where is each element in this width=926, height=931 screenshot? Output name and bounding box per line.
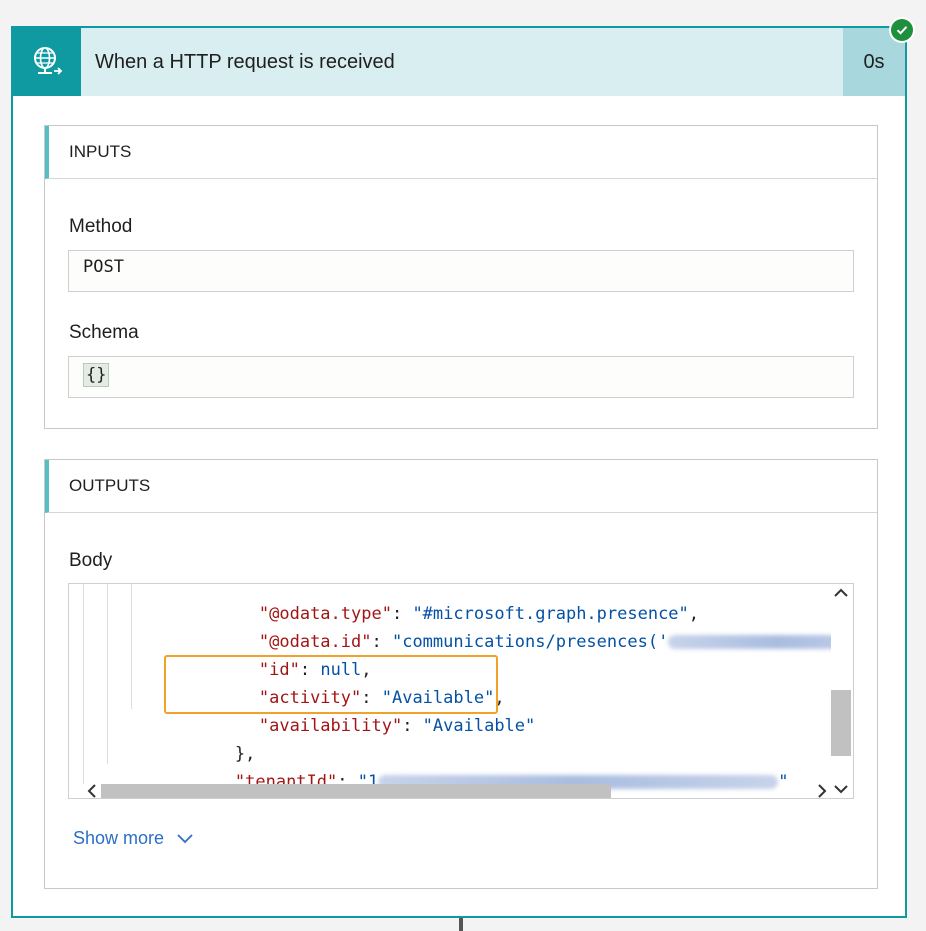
scroll-left-icon[interactable]	[83, 782, 101, 798]
globe-request-icon	[13, 28, 81, 96]
outputs-section-title: OUTPUTS	[45, 460, 877, 513]
success-check-icon	[889, 17, 915, 43]
card-header[interactable]: When a HTTP request is received 0s	[13, 28, 905, 96]
method-label: Method	[69, 216, 133, 237]
method-field[interactable]: POST	[68, 250, 854, 292]
card-title: When a HTTP request is received	[95, 50, 395, 73]
body-code-viewer[interactable]: "@odata.type": "#microsoft.graph.presenc…	[68, 583, 854, 799]
trigger-card: When a HTTP request is received 0s INPUT…	[11, 17, 915, 918]
indent-guide	[131, 584, 132, 709]
scroll-up-icon[interactable]	[832, 584, 850, 602]
activity-highlight-box	[164, 655, 498, 714]
scroll-right-icon[interactable]	[813, 782, 831, 798]
redacted-id	[668, 635, 853, 649]
show-more-link[interactable]: Show more	[73, 828, 194, 849]
indent-guide	[83, 584, 84, 784]
outputs-section: OUTPUTS Body "@odata.type": "#microsoft.…	[44, 459, 878, 889]
body-label: Body	[69, 550, 113, 571]
scroll-down-icon[interactable]	[832, 780, 850, 798]
chevron-down-icon	[177, 833, 193, 843]
method-value: POST	[83, 257, 124, 277]
show-more-label: Show more	[73, 828, 165, 848]
vertical-scroll-thumb[interactable]	[831, 690, 851, 756]
schema-field[interactable]: {}	[68, 356, 854, 398]
schema-label: Schema	[69, 322, 139, 343]
indent-guide	[107, 584, 108, 764]
schema-value: {}	[83, 363, 110, 387]
horizontal-scroll-thumb[interactable]	[101, 784, 611, 798]
inputs-section-title: INPUTS	[45, 126, 877, 179]
inputs-section: INPUTS Method POST Schema {}	[44, 125, 878, 429]
